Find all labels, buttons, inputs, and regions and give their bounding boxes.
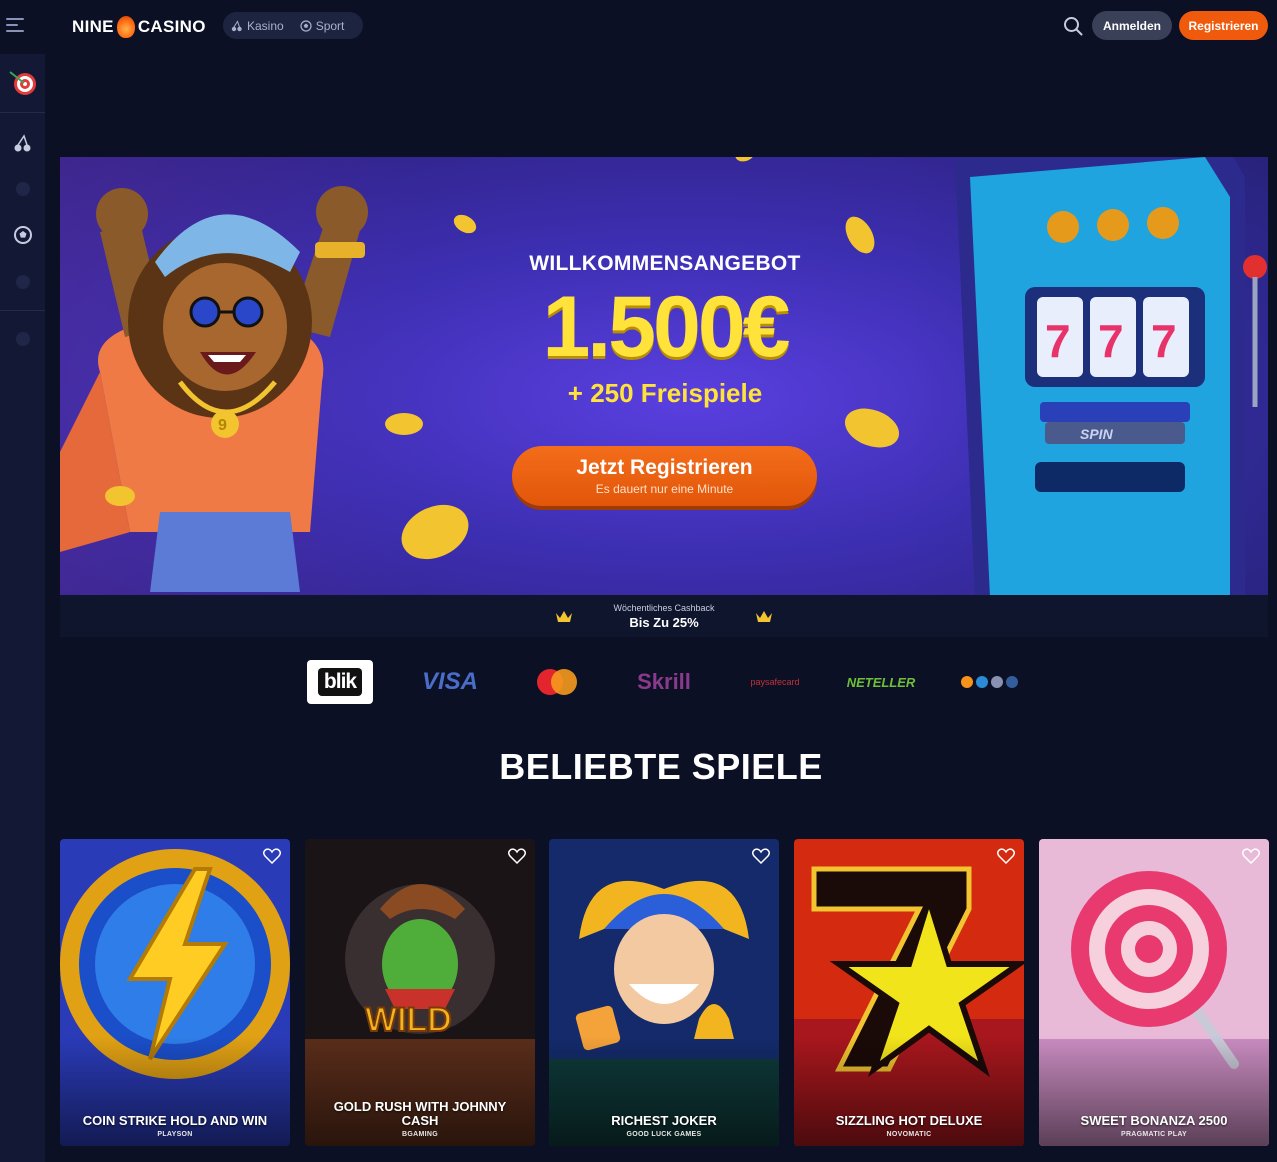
card-fade	[794, 1036, 1024, 1146]
game-provider: GOOD LUCK GAMES	[626, 1131, 702, 1138]
game-title: COIN STRIKE HOLD AND WIN	[82, 1113, 268, 1128]
favorite-heart-icon[interactable]	[263, 848, 281, 864]
gold-coin-illustration	[105, 486, 135, 506]
game-title: RICHEST JOKER	[611, 1113, 717, 1128]
svg-text:WILD: WILD	[365, 1001, 452, 1039]
sidebar-divider	[0, 112, 45, 113]
game-title: GOLD RUSH WITH JOHNNY CASH	[333, 1099, 507, 1128]
lion-flame-icon	[116, 16, 135, 38]
offer-eyebrow: WILLKOMMENSANGEBOT	[529, 252, 801, 275]
sidebar	[0, 54, 45, 1162]
ripple-icon	[975, 676, 988, 688]
neteller-logo: NETELLER	[846, 674, 916, 690]
logo-text-right: CASINO	[137, 17, 206, 36]
card-fade	[1039, 1036, 1269, 1146]
litecoin-icon	[1005, 676, 1018, 688]
card-fade	[60, 1036, 290, 1146]
lion-mascot-illustration: 9	[60, 186, 368, 592]
cherries-icon	[231, 19, 242, 31]
sidebar-dot[interactable]	[6, 265, 39, 298]
game-card[interactable]: WILD GOLD RUSH WITH JOHNNY CASH BGAMING	[305, 839, 535, 1146]
welcome-banner[interactable]: 9 7 7 7 SPIN WILLKOMMENSANGEBOT 1.500€ +…	[60, 157, 1268, 595]
cherries-icon[interactable]	[6, 126, 39, 159]
game-provider: NOVOMATIC	[886, 1131, 932, 1138]
nav-sport[interactable]: Sport	[300, 18, 345, 33]
game-title: SIZZLING HOT DELUXE	[835, 1113, 983, 1128]
game-card[interactable]: COIN STRIKE HOLD AND WIN PLAYSON	[60, 839, 290, 1146]
offer-freespins: + 250 Freispiele	[567, 378, 763, 409]
search-icon[interactable]	[1063, 16, 1083, 36]
slot-machine-illustration: 7 7 7 SPIN	[955, 157, 1267, 595]
card-fade	[305, 1036, 535, 1146]
target-dart-icon[interactable]	[6, 66, 39, 99]
skrill-logo: Skrill	[637, 669, 691, 694]
soccer-ball-icon[interactable]	[6, 218, 39, 251]
gold-coin-illustration	[453, 214, 477, 234]
paysafecard-logo: paysafecard	[750, 677, 800, 687]
blik-text: blik	[317, 668, 363, 696]
site-logo[interactable]: NINE CASINO	[72, 12, 206, 42]
visa-logo: VISA	[421, 668, 478, 695]
svg-text:7: 7	[1151, 315, 1177, 367]
cashback-bar[interactable]: Wöchentliches Cashback Bis Zu 25%	[60, 595, 1268, 637]
favorite-heart-icon[interactable]	[997, 848, 1015, 864]
gold-coin-illustration	[401, 504, 469, 560]
cashback-text: Wöchentliches Cashback Bis Zu 25%	[613, 603, 714, 630]
svg-text:7: 7	[1045, 315, 1071, 367]
payment-methods: blik VISA Skrill paysafecard NETELLER	[307, 660, 1027, 704]
game-provider: PRAGMATIC PLAY	[1120, 1131, 1188, 1138]
crown-icon	[556, 611, 573, 622]
bitcoin-icon	[960, 676, 973, 688]
gold-coin-illustration	[385, 413, 423, 435]
cashback-value: Bis Zu 25%	[629, 614, 699, 630]
offer-text: WILLKOMMENSANGEBOT 1.500€ + 250 Freispie…	[450, 252, 880, 409]
favorite-heart-icon[interactable]	[752, 848, 770, 864]
nav-kasino-label: Kasino	[247, 18, 284, 33]
sidebar-dot[interactable]	[6, 172, 39, 205]
cashback-label: Wöchentliches Cashback	[613, 602, 715, 613]
svg-text:9: 9	[218, 417, 227, 434]
register-now-button[interactable]: Jetzt Registrieren Es dauert nur eine Mi…	[512, 446, 817, 506]
crown-icon	[755, 611, 772, 622]
favorite-heart-icon[interactable]	[508, 848, 526, 864]
crypto-logos	[957, 660, 1021, 704]
gold-coin-illustration	[844, 408, 900, 448]
mastercard-logo	[533, 660, 581, 704]
game-title: SWEET BONANZA 2500	[1080, 1113, 1228, 1128]
gold-coin-illustration	[735, 157, 755, 162]
soccer-ball-icon	[300, 19, 312, 32]
card-fade	[549, 1036, 779, 1146]
favorite-heart-icon[interactable]	[1242, 848, 1260, 864]
register-button[interactable]: Registrieren	[1179, 11, 1268, 40]
cta-main-label: Jetzt Registrieren	[576, 456, 753, 479]
cta-sub-label: Es dauert nur eine Minute	[595, 482, 734, 496]
main-nav: Kasino Sport	[223, 12, 363, 39]
logo-text-left: NINE	[72, 17, 114, 36]
sidebar-dot[interactable]	[6, 322, 39, 355]
ethereum-icon	[990, 676, 1003, 688]
game-provider: BGAMING	[402, 1131, 438, 1138]
game-card[interactable]: SWEET BONANZA 2500 PRAGMATIC PLAY	[1039, 839, 1269, 1146]
game-card[interactable]: SIZZLING HOT DELUXE NOVOMATIC	[794, 839, 1024, 1146]
game-provider: PLAYSON	[157, 1131, 193, 1138]
offer-amount: 1.500€	[542, 279, 790, 375]
game-card[interactable]: RICHEST JOKER GOOD LUCK GAMES	[549, 839, 779, 1146]
login-button[interactable]: Anmelden	[1092, 11, 1172, 40]
svg-text:SPIN: SPIN	[1080, 426, 1114, 442]
nav-kasino[interactable]: Kasino	[231, 19, 284, 33]
menu-icon[interactable]	[6, 18, 24, 32]
sidebar-divider	[0, 310, 45, 311]
top-header: NINE CASINO Kasino Sport Anmelden Regist…	[0, 0, 1277, 54]
section-title-popular-games: BELIEBTE SPIELE	[499, 746, 823, 787]
nav-sport-label: Sport	[315, 18, 345, 33]
blik-logo: blik	[307, 660, 373, 704]
svg-text:7: 7	[1098, 315, 1124, 367]
